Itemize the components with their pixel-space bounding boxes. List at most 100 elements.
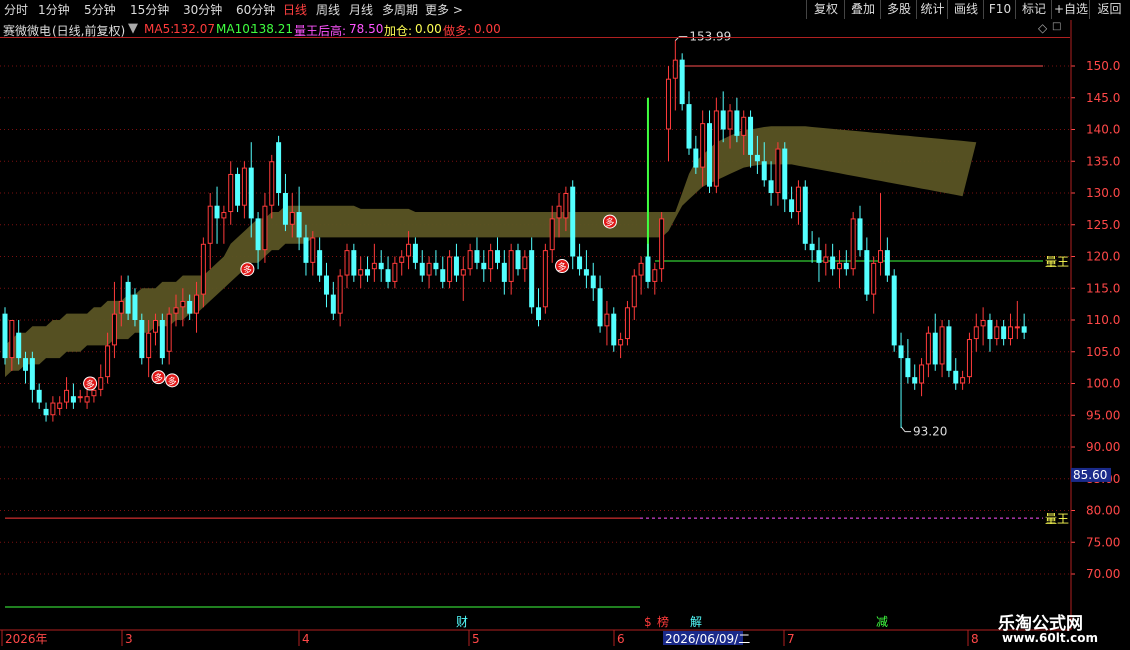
candle-body-up[interactable] <box>549 218 555 251</box>
candle-body-down[interactable] <box>946 326 952 371</box>
event-marker[interactable]: $ <box>644 615 652 629</box>
candle-body-up[interactable] <box>180 300 186 308</box>
long-signal-marker[interactable]: 多 <box>555 259 570 274</box>
candle-body-down[interactable] <box>679 59 685 105</box>
candle-body-up[interactable] <box>289 212 295 225</box>
period-tab[interactable]: 多周期 <box>382 1 418 18</box>
candle-body-down[interactable] <box>748 116 754 155</box>
candle-body-up[interactable] <box>399 256 405 263</box>
candle-body-up[interactable] <box>850 218 856 270</box>
candle-body-down[interactable] <box>857 218 863 251</box>
candle-body-up[interactable] <box>152 320 158 333</box>
bottom-panel[interactable]: 财 $ 榜 解 减 2026年 3 4 5 6 7 8 2026/06/09/二 <box>0 606 1070 646</box>
candle-body-up[interactable] <box>77 396 83 399</box>
candle-body-up[interactable] <box>919 364 925 384</box>
add-watchlist-button[interactable]: +自选 <box>1051 0 1090 19</box>
period-tab[interactable]: 分时 <box>4 1 28 18</box>
period-tab-active[interactable]: 日线 <box>283 1 307 18</box>
candle-body-down[interactable] <box>36 389 42 403</box>
candle-body-up[interactable] <box>713 110 719 187</box>
event-marker[interactable]: 减 <box>876 615 888 629</box>
candle-body-down[interactable] <box>590 275 596 289</box>
candle-body-up[interactable] <box>9 320 15 359</box>
long-signal-marker[interactable]: 多 <box>83 376 98 391</box>
candle-body-up[interactable] <box>522 256 528 270</box>
candle-body-up[interactable] <box>262 205 268 251</box>
candle-body-down[interactable] <box>645 256 651 282</box>
candle-body-up[interactable] <box>221 212 227 219</box>
candle-body-down[interactable] <box>187 300 193 314</box>
candle-body-down[interactable] <box>734 110 740 136</box>
candle-body-down[interactable] <box>898 345 904 359</box>
candle-body-down[interactable] <box>385 269 391 282</box>
candle-body-up[interactable] <box>994 326 1000 340</box>
candle-body-down[interactable] <box>720 110 726 130</box>
candle-body-up[interactable] <box>166 313 172 352</box>
candle-body-up[interactable] <box>118 300 124 314</box>
candle-body-up[interactable] <box>960 377 966 384</box>
candle-body-down[interactable] <box>365 269 371 276</box>
candle-body-up[interactable] <box>973 326 979 340</box>
candle-body-down[interactable] <box>494 250 500 263</box>
candle-body-down[interactable] <box>214 205 220 219</box>
candle-body-down[interactable] <box>809 243 815 251</box>
candle-body-up[interactable] <box>624 307 630 340</box>
candle-body-up[interactable] <box>700 123 706 168</box>
candle-body-up[interactable] <box>50 402 56 416</box>
candle-body-up[interactable] <box>795 186 801 213</box>
period-tab[interactable]: 更多 > <box>425 1 463 18</box>
candle-body-up[interactable] <box>871 262 877 295</box>
candle-body-up[interactable] <box>91 389 97 397</box>
candle-body-up[interactable] <box>508 250 514 282</box>
multi-stock-button[interactable]: 多股 <box>880 0 917 19</box>
candle-body-down[interactable] <box>296 212 302 238</box>
period-tab[interactable]: 1分钟 <box>38 1 70 18</box>
candle-body-up[interactable] <box>1014 326 1020 329</box>
candle-body-up[interactable] <box>878 250 884 263</box>
long-signal-marker[interactable]: 多 <box>602 214 617 229</box>
candle-body-up[interactable] <box>618 339 624 346</box>
candle-body-up[interactable] <box>741 116 747 136</box>
candle-body-down[interactable] <box>611 313 617 346</box>
candle-body-down[interactable] <box>1021 326 1027 333</box>
candle-body-down[interactable] <box>577 256 583 270</box>
period-tab[interactable]: 5分钟 <box>84 1 116 18</box>
candle-body-up[interactable] <box>392 262 398 282</box>
period-tab[interactable]: 周线 <box>316 1 340 18</box>
candle-body-down[interactable] <box>570 186 576 257</box>
event-marker[interactable]: 榜 <box>657 614 669 629</box>
candle-body-down[interactable] <box>29 358 35 390</box>
draw-line-button[interactable]: 画线 <box>947 0 984 19</box>
candle-body-up[interactable] <box>939 326 945 365</box>
candle-body-down[interactable] <box>802 186 808 244</box>
candle-body-down[interactable] <box>159 320 165 359</box>
candle-body-up[interactable] <box>337 275 343 314</box>
candle-body-up[interactable] <box>980 320 986 327</box>
candle-body-down[interactable] <box>1001 326 1007 340</box>
candle-body-down[interactable] <box>419 262 425 276</box>
candle-body-down[interactable] <box>132 294 138 320</box>
candle-body-down[interactable] <box>303 237 309 263</box>
square-icon[interactable]: □ <box>1052 21 1061 32</box>
candle-body-down[interactable] <box>323 275 329 295</box>
candle-body-down[interactable] <box>864 250 870 295</box>
candle-body-up[interactable] <box>460 269 466 276</box>
candle-body-down[interactable] <box>23 358 29 371</box>
candle-body-down[interactable] <box>501 262 507 282</box>
candle-body-up[interactable] <box>672 59 678 79</box>
candle-body-down[interactable] <box>891 275 897 346</box>
candle-body-down[interactable] <box>536 307 542 320</box>
overlay-button[interactable]: 叠加 <box>844 0 881 19</box>
candle-body-up[interactable] <box>269 161 275 206</box>
candle-body-up[interactable] <box>836 262 842 270</box>
candle-body-up[interactable] <box>652 269 658 282</box>
candle-body-down[interactable] <box>139 320 145 359</box>
candle-body-up[interactable] <box>925 332 931 365</box>
period-tab[interactable]: 30分钟 <box>183 1 222 18</box>
candle-body-up[interactable] <box>406 243 412 257</box>
candle-body-down[interactable] <box>830 256 836 270</box>
candle-body-up[interactable] <box>542 250 548 308</box>
candle-body-down[interactable] <box>125 281 131 314</box>
candle-body-down[interactable] <box>235 173 241 206</box>
event-marker[interactable]: 解 <box>690 615 702 629</box>
